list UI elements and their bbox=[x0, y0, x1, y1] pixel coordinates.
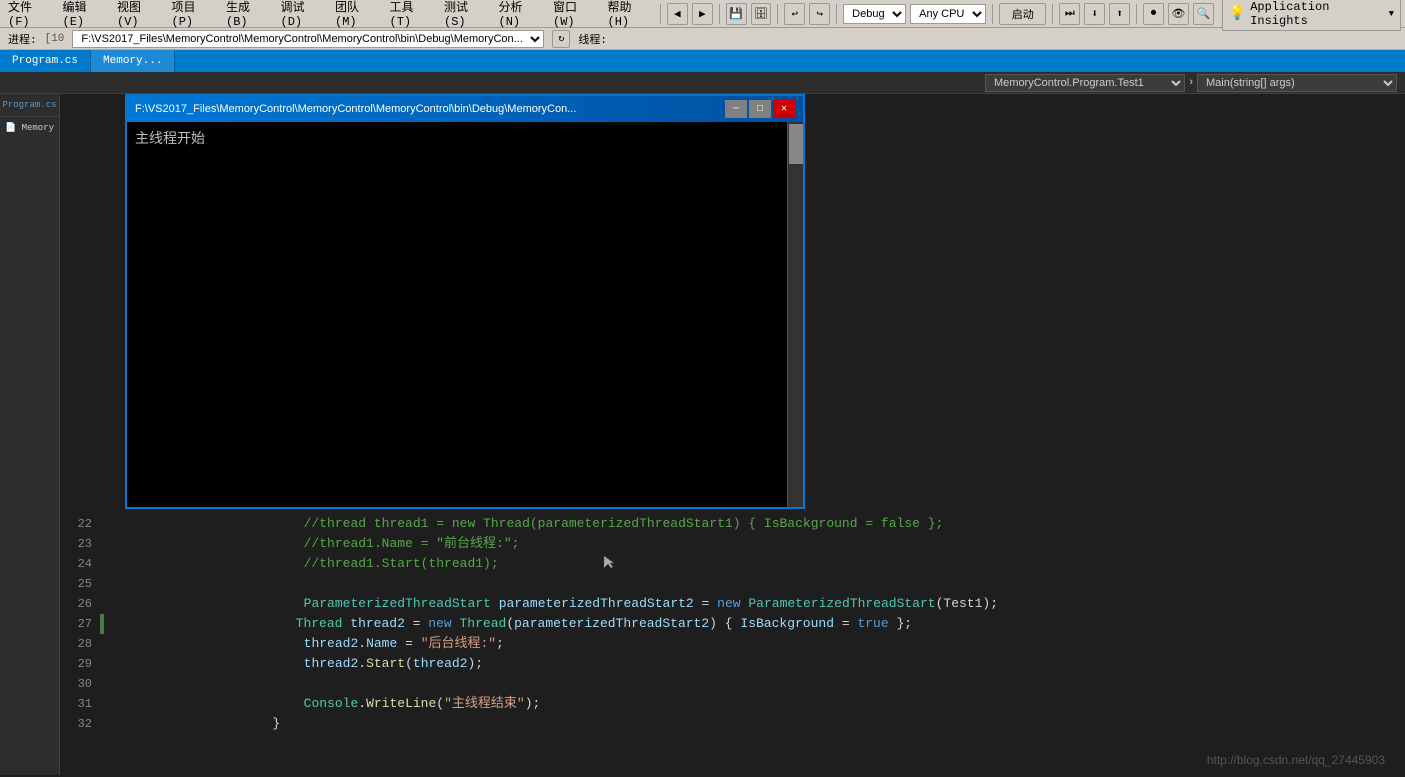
line-code-32: } bbox=[112, 694, 1405, 754]
thread-label: 线程: bbox=[578, 31, 607, 47]
left-sidebar: Program.cs 📄 Memory bbox=[0, 94, 60, 775]
console-scrollbar[interactable] bbox=[787, 122, 803, 507]
divider-3 bbox=[777, 4, 778, 24]
menu-test[interactable]: 测试(S) bbox=[444, 0, 487, 29]
scope-arrow: › bbox=[1185, 77, 1197, 89]
line-num-26: 26 bbox=[60, 594, 100, 614]
console-maximize-btn[interactable]: □ bbox=[749, 100, 771, 118]
divider-6 bbox=[1052, 4, 1053, 24]
menu-help[interactable]: 帮助(H) bbox=[608, 0, 651, 29]
scope-select[interactable]: MemoryControl.Program.Test1 bbox=[985, 74, 1185, 92]
divider-7 bbox=[1136, 4, 1137, 24]
tab-memory-label: Memory... bbox=[103, 55, 162, 67]
redo-btn[interactable]: ↪ bbox=[809, 3, 830, 25]
step-out-btn[interactable]: ⬆ bbox=[1109, 3, 1130, 25]
line-num-29: 29 bbox=[60, 654, 100, 674]
table-row: 29 thread2.Start(thread2); bbox=[60, 654, 1405, 674]
back-btn[interactable]: ◀ bbox=[667, 3, 688, 25]
menu-analyze[interactable]: 分析(N) bbox=[499, 0, 542, 29]
tab-program-cs-label: Program.cs bbox=[12, 55, 78, 67]
menu-toolbar: 文件(F) 编辑(E) 视图(V) 项目(P) 生成(B) 调试(D) 团队(M… bbox=[0, 0, 1405, 28]
console-controls: ─ □ ✕ bbox=[725, 100, 795, 118]
tab-program-cs[interactable]: Program.cs bbox=[0, 50, 91, 72]
breakpoint-btn[interactable]: ⏺ bbox=[1143, 3, 1164, 25]
debug-config-select[interactable]: Debug bbox=[843, 4, 906, 24]
save-all-btn[interactable]: 🗄 bbox=[751, 3, 772, 25]
line-num-30: 30 bbox=[60, 674, 100, 694]
divider-4 bbox=[836, 4, 837, 24]
line-num-25: 25 bbox=[60, 574, 100, 594]
line-num-32: 32 bbox=[60, 714, 100, 734]
app-insights-dropdown-icon: ▼ bbox=[1389, 9, 1394, 19]
step-in-btn[interactable]: ⬇ bbox=[1084, 3, 1105, 25]
sidebar-memory[interactable]: 📄 Memory bbox=[0, 117, 59, 139]
console-titlebar: F:\VS2017_Files\MemoryControl\MemoryCont… bbox=[127, 96, 803, 122]
line-num-31: 31 bbox=[60, 694, 100, 714]
console-close-btn[interactable]: ✕ bbox=[773, 100, 795, 118]
console-title: F:\VS2017_Files\MemoryControl\MemoryCont… bbox=[135, 103, 725, 115]
table-row: 24 //thread1.Start(thread1); bbox=[60, 554, 1405, 574]
cursor-indicator bbox=[600, 554, 616, 570]
code-area: ThreadStart1 = new ParameterizedThreadSt… bbox=[60, 94, 1405, 775]
fwd-btn[interactable]: ▶ bbox=[692, 3, 713, 25]
app-insights-btn[interactable]: 💡 Application Insights ▼ bbox=[1222, 0, 1401, 31]
menu-debug[interactable]: 调试(D) bbox=[281, 0, 324, 29]
process-label: 进程: bbox=[8, 31, 37, 47]
cpu-config-select[interactable]: Any CPU bbox=[910, 4, 986, 24]
watch-btn[interactable]: 👁 bbox=[1168, 3, 1189, 25]
menu-tools[interactable]: 工具(T) bbox=[390, 0, 433, 29]
process-refresh-btn[interactable]: ↻ bbox=[552, 30, 570, 48]
watermark: http://blog.csdn.net/qq_27445903 bbox=[1207, 753, 1385, 767]
line-num-22: 22 bbox=[60, 514, 100, 534]
console-scrollbar-thumb bbox=[789, 124, 803, 164]
console-window[interactable]: F:\VS2017_Files\MemoryControl\MemoryCont… bbox=[125, 94, 805, 509]
sidebar-program-cs[interactable]: Program.cs bbox=[0, 94, 59, 117]
line-num-28: 28 bbox=[60, 634, 100, 654]
menu-window[interactable]: 窗口(W) bbox=[553, 0, 596, 29]
menu-file[interactable]: 文件(F) bbox=[8, 0, 51, 29]
tab-bar: Program.cs Memory... bbox=[0, 50, 1405, 72]
tab-memory[interactable]: Memory... bbox=[91, 50, 175, 72]
console-output: 主线程开始 bbox=[127, 122, 803, 154]
start-btn[interactable]: 启动 bbox=[999, 3, 1046, 25]
locals-btn[interactable]: 🔍 bbox=[1193, 3, 1214, 25]
app-insights-label: Application Insights bbox=[1250, 0, 1384, 28]
app-insights-icon: 💡 bbox=[1229, 5, 1246, 22]
menu-team[interactable]: 团队(M) bbox=[335, 0, 378, 29]
process-pid: [10 bbox=[45, 33, 65, 45]
menu-build[interactable]: 生成(B) bbox=[226, 0, 269, 29]
console-body: 主线程开始 bbox=[127, 122, 803, 507]
console-minimize-btn[interactable]: ─ bbox=[725, 100, 747, 118]
menu-bar: 文件(F) 编辑(E) 视图(V) 项目(P) 生成(B) 调试(D) 团队(M… bbox=[4, 0, 654, 29]
line-num-23: 23 bbox=[60, 534, 100, 554]
divider-1 bbox=[660, 4, 661, 24]
line-num-24: 24 bbox=[60, 554, 100, 574]
menu-project[interactable]: 项目(P) bbox=[172, 0, 215, 29]
table-row: 32 } bbox=[60, 714, 1405, 734]
function-select[interactable]: Main(string[] args) bbox=[1197, 74, 1397, 92]
line-num-27: 27 bbox=[60, 614, 100, 634]
main-layout: Program.cs 📄 Memory ThreadStart1 = new P… bbox=[0, 94, 1405, 775]
step-over-btn[interactable]: ⏭ bbox=[1059, 3, 1080, 25]
process-select[interactable]: F:\VS2017_Files\MemoryControl\MemoryCont… bbox=[72, 30, 544, 48]
function-bar: MemoryControl.Program.Test1 › Main(strin… bbox=[0, 72, 1405, 94]
menu-view[interactable]: 视图(V) bbox=[117, 0, 160, 29]
divider-2 bbox=[719, 4, 720, 24]
process-bar: 进程: [10 F:\VS2017_Files\MemoryControl\Me… bbox=[0, 28, 1405, 50]
save-btn[interactable]: 💾 bbox=[726, 3, 747, 25]
menu-edit[interactable]: 编辑(E) bbox=[63, 0, 106, 29]
undo-btn[interactable]: ↩ bbox=[784, 3, 805, 25]
divider-5 bbox=[992, 4, 993, 24]
code-lines: 22 //thread thread1 = new Thread(paramet… bbox=[60, 514, 1405, 775]
